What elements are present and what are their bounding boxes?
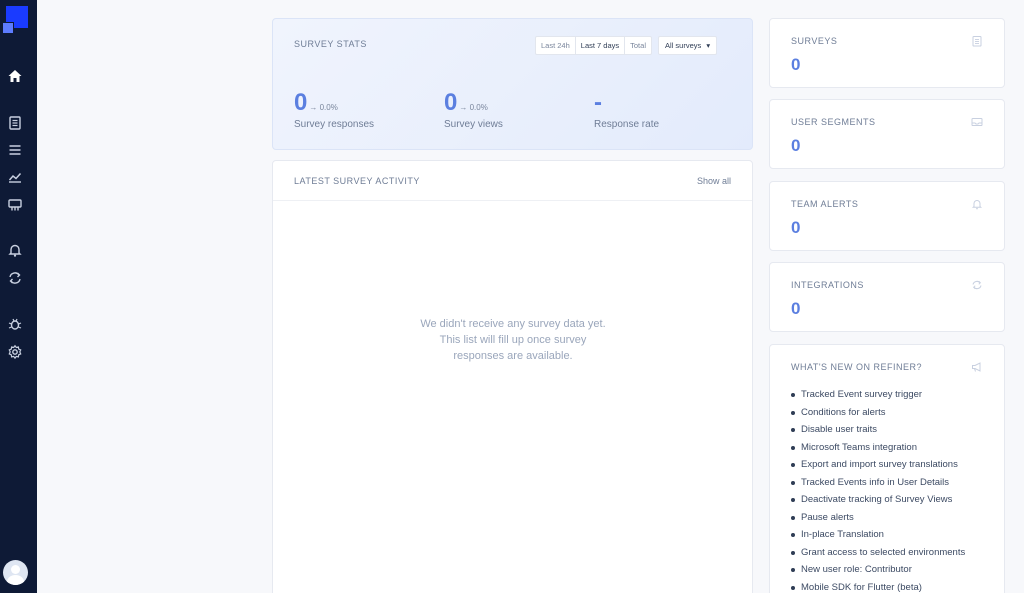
integrations-count: 0	[791, 299, 801, 318]
whats-new-item[interactable]: Conditions for alerts	[790, 404, 965, 422]
whats-new-title: WHAT'S NEW ON REFINER?	[791, 362, 923, 372]
views-value: 0	[444, 89, 458, 116]
bug-icon[interactable]	[7, 316, 23, 332]
avatar-body	[7, 575, 24, 585]
list-icon[interactable]	[7, 142, 23, 158]
rate-label: Response rate	[594, 119, 660, 130]
whats-new-item[interactable]: Deactivate tracking of Survey Views	[790, 491, 965, 509]
whats-new-item[interactable]: In-place Translation	[790, 526, 965, 544]
stat-response-rate: - Response rate	[594, 89, 659, 130]
surveys-card[interactable]: SURVEYS 0	[769, 18, 1005, 88]
whats-new-item[interactable]: Grant access to selected environments	[790, 544, 965, 562]
survey-stats-card: SURVEY STATS Last 24h Last 7 days Total …	[272, 18, 753, 150]
segments-icon[interactable]	[7, 197, 23, 213]
responses-change: → 0.0%	[309, 103, 338, 112]
segments-count: 0	[791, 136, 801, 155]
views-change: → 0.0%	[459, 103, 488, 112]
integrations-card-title: INTEGRATIONS	[791, 280, 864, 290]
inbox-icon	[971, 116, 983, 128]
surveys-card-title: SURVEYS	[791, 36, 838, 46]
whats-new-item[interactable]: Tracked Event survey trigger	[790, 386, 965, 404]
team-alerts-card[interactable]: TEAM ALERTS 0	[769, 181, 1005, 251]
show-all-link[interactable]: Show all	[697, 176, 731, 186]
empty-state-message: We didn't receive any survey data yet. T…	[420, 318, 606, 362]
bell-icon[interactable]	[7, 242, 23, 258]
stats-filters: Last 24h Last 7 days Total All surveys ▾	[535, 36, 718, 55]
whats-new-item[interactable]: Tracked Events info in User Details	[790, 474, 965, 492]
avatar-head	[11, 565, 20, 574]
stat-survey-responses: 0 → 0.0% Survey responses	[294, 89, 374, 130]
chart-icon[interactable]	[7, 169, 23, 185]
views-label: Survey views	[444, 119, 503, 130]
whats-new-item[interactable]: Export and import survey translations	[790, 456, 965, 474]
user-avatar[interactable]	[3, 560, 28, 585]
whats-new-item[interactable]: Microsoft Teams integration	[790, 439, 965, 457]
logo-small-square	[2, 22, 14, 34]
segments-card-title: USER SEGMENTS	[791, 117, 876, 127]
surveys-icon[interactable]	[7, 115, 23, 131]
caret-down-icon: ▾	[706, 41, 711, 50]
bell-icon	[971, 198, 983, 210]
refiner-logo[interactable]	[2, 6, 28, 34]
survey-select-value: All surveys	[664, 41, 702, 50]
responses-value: 0	[294, 89, 308, 116]
latest-activity-card: LATEST SURVEY ACTIVITY Show all We didn'…	[272, 160, 753, 593]
stat-survey-views: 0 → 0.0% Survey views	[444, 89, 503, 130]
clipboard-icon	[971, 35, 983, 47]
sync-icon[interactable]	[7, 270, 23, 286]
sync-icon	[971, 279, 983, 291]
alerts-count: 0	[791, 218, 801, 237]
period-filter-group: Last 24h Last 7 days Total	[535, 36, 652, 55]
survey-select-dropdown[interactable]: All surveys ▾	[657, 36, 718, 55]
megaphone-icon	[971, 361, 983, 373]
surveys-count: 0	[791, 55, 801, 74]
filter-last-7-days[interactable]: Last 7 days	[576, 37, 626, 54]
activity-title: LATEST SURVEY ACTIVITY	[294, 176, 420, 186]
gear-icon[interactable]	[7, 344, 23, 360]
whats-new-list: Tracked Event survey trigger Conditions …	[790, 386, 965, 593]
whats-new-item[interactable]: Mobile SDK for Flutter (beta)	[790, 579, 965, 593]
sidebar	[0, 0, 37, 593]
home-icon[interactable]	[7, 68, 23, 84]
survey-stats-title: SURVEY STATS	[294, 39, 367, 49]
whats-new-item[interactable]: Disable user traits	[790, 421, 965, 439]
responses-label: Survey responses	[294, 119, 375, 130]
filter-total[interactable]: Total	[625, 37, 651, 54]
integrations-card[interactable]: INTEGRATIONS 0	[769, 262, 1005, 332]
filter-last-24h[interactable]: Last 24h	[536, 37, 576, 54]
activity-header: LATEST SURVEY ACTIVITY Show all	[273, 161, 752, 201]
rate-value: -	[594, 89, 602, 116]
whats-new-item[interactable]: Pause alerts	[790, 509, 965, 527]
whats-new-item[interactable]: New user role: Contributor	[790, 561, 965, 579]
whats-new-card: WHAT'S NEW ON REFINER? Tracked Event sur…	[769, 344, 1005, 593]
user-segments-card[interactable]: USER SEGMENTS 0	[769, 99, 1005, 169]
alerts-card-title: TEAM ALERTS	[791, 199, 859, 209]
